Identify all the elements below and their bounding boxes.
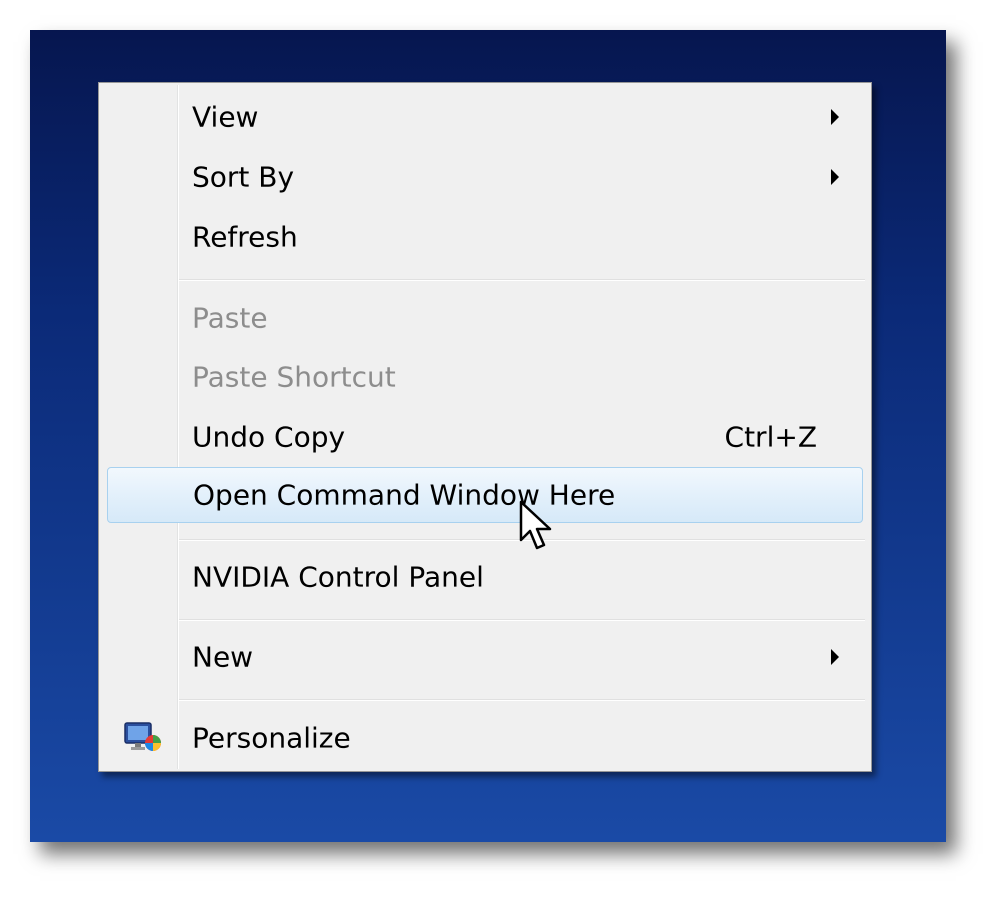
menu-item-view[interactable]: View (107, 89, 863, 145)
menu-item-open-command-window-here[interactable]: Open Command Window Here (107, 467, 863, 523)
menu-item-label: New (192, 640, 254, 674)
menu-item-paste[interactable]: Paste (107, 290, 863, 346)
menu-separator (179, 279, 865, 281)
menu-item-personalize[interactable]: Personalize (107, 710, 863, 766)
menu-item-label: Paste Shortcut (192, 360, 396, 394)
menu-item-label: Sort By (192, 160, 295, 194)
menu-item-paste-shortcut[interactable]: Paste Shortcut (107, 349, 863, 405)
context-menu: View Sort By Refresh Paste Paste Shortcu… (98, 82, 872, 772)
submenu-arrow-icon (831, 169, 839, 185)
menu-item-refresh[interactable]: Refresh (107, 209, 863, 265)
menu-item-label: Undo Copy (192, 420, 346, 454)
menu-item-sort-by[interactable]: Sort By (107, 149, 863, 205)
menu-item-shortcut: Ctrl+Z (724, 420, 817, 454)
menu-item-label: Personalize (192, 721, 351, 755)
mouse-pointer-icon (519, 500, 552, 550)
submenu-arrow-icon (831, 649, 839, 665)
menu-separator (179, 699, 865, 701)
menu-item-undo-copy[interactable]: Undo Copy Ctrl+Z (107, 409, 863, 465)
menu-separator (179, 619, 865, 621)
menu-item-nvidia-control-panel[interactable]: NVIDIA Control Panel (107, 549, 863, 605)
submenu-arrow-icon (831, 109, 839, 125)
personalize-icon (124, 722, 161, 751)
menu-item-label: Paste (192, 301, 268, 335)
menu-item-label: NVIDIA Control Panel (192, 560, 484, 594)
menu-item-label: View (192, 100, 259, 134)
menu-item-new[interactable]: New (107, 629, 863, 685)
menu-item-label: Refresh (192, 220, 298, 254)
